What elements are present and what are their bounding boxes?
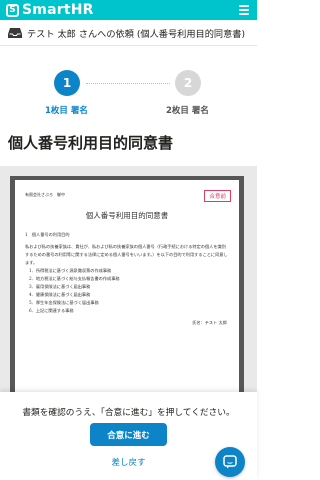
document-item-list: 1．所得税法に基づく源泉徴収票の作成事務 2．地方税法に基づく給与支払報告書の作… — [29, 267, 120, 315]
status-stamp: 合意前 — [204, 190, 231, 202]
step-2-indicator: 2 — [175, 70, 201, 96]
document-page: 有限会社さぶろ 御中 合意前 個人番号利用目的同意書 1 個人番号の利用目的 私… — [15, 180, 239, 392]
document-item: 1．所得税法に基づく源泉徴収票の作成事務 — [29, 268, 112, 273]
document-item: 6．上記に関連する事務 — [29, 308, 74, 313]
document-viewer[interactable]: 有限会社さぶろ 御中 合意前 個人番号利用目的同意書 1 個人番号の利用目的 私… — [0, 166, 257, 392]
document-item: 3．雇用保険法に基づく届出事務 — [29, 284, 91, 289]
document-addressee: 有限会社さぶろ 御中 — [25, 192, 65, 197]
agree-button[interactable]: 合意に進む — [90, 423, 167, 446]
step-1-indicator: 1 — [54, 70, 80, 96]
document-item: 5．厚生年金保険法に基づく届出事務 — [29, 300, 99, 305]
request-bar: テスト 太郎 さんへの依頼 (個人番号利用目的同意書) — [0, 20, 257, 46]
request-title: テスト 太郎 さんへの依頼 (個人番号利用目的同意書) — [27, 28, 246, 40]
logo-mark-icon: S — [6, 3, 19, 17]
document-item: 4．健康保険法に基づく届出事務 — [29, 292, 91, 297]
page-title: 個人番号利用目的同意書 — [8, 134, 174, 152]
logo-text: SmartHR — [22, 2, 94, 18]
inbox-icon — [8, 27, 22, 38]
document-heading: 1 個人番号の利用目的 — [25, 232, 70, 237]
smarthr-logo[interactable]: S SmartHR — [6, 2, 94, 18]
document-paragraph: 私および私の扶養家族は、貴社が、私および私の扶養家族の個人番号（行政手続における… — [25, 244, 228, 265]
instruction-text: 書類を確認のうえ、「合意に進む」を押してください。 — [22, 408, 235, 418]
chat-button[interactable] — [215, 447, 245, 477]
chat-icon — [223, 455, 237, 469]
document-item: 2．地方税法に基づく給与支払報告書の作成事務 — [29, 276, 120, 281]
document-frame: 有限会社さぶろ 御中 合意前 個人番号利用目的同意書 1 個人番号の利用目的 私… — [10, 176, 244, 392]
step-1-label: 1枚目 署名 — [45, 106, 88, 116]
document-signature: 氏名：テスト 太郎 — [192, 320, 227, 325]
signing-stepper: 1 2 1枚目 署名 2枚目 署名 — [0, 62, 257, 122]
hamburger-menu-icon[interactable] — [239, 5, 249, 15]
step-connector — [86, 83, 170, 84]
document-title: 個人番号利用目的同意書 — [85, 211, 169, 220]
app-header: S SmartHR — [0, 0, 257, 20]
step-2-label: 2枚目 署名 — [166, 106, 209, 116]
